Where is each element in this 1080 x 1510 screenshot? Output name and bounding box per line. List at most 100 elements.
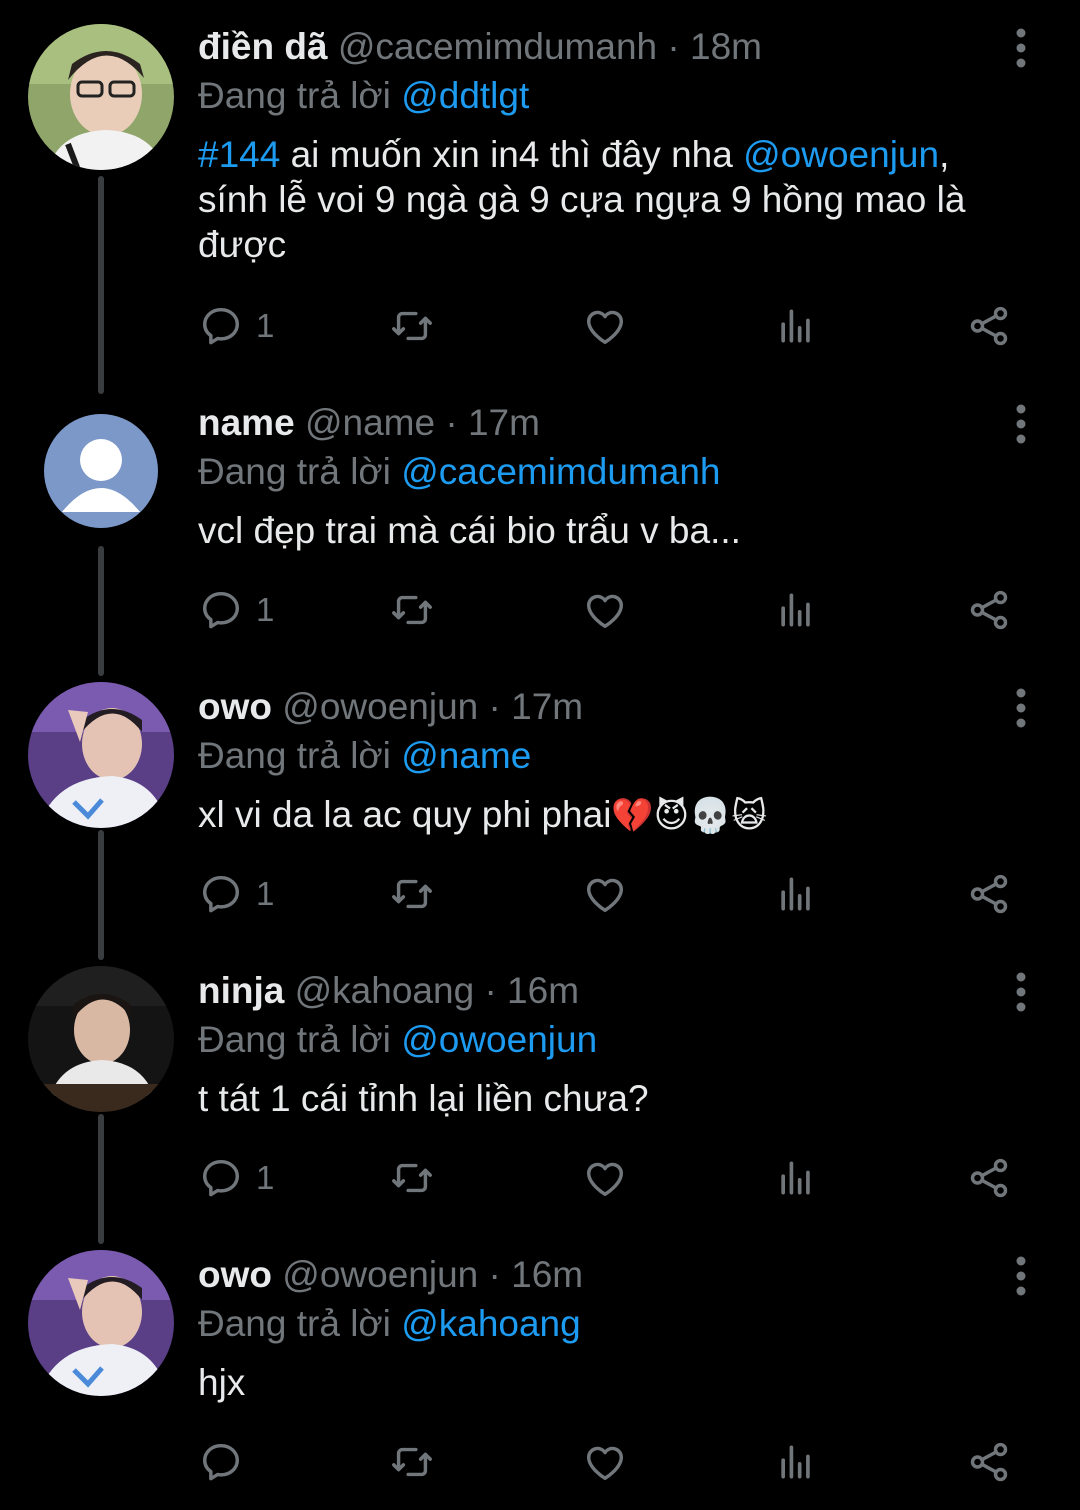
display-name[interactable]: ninja: [198, 970, 284, 1011]
views-icon: [781, 309, 810, 343]
views-button[interactable]: [774, 1434, 818, 1490]
retweet-button[interactable]: [388, 1434, 436, 1490]
tweet-content: ninja @kahoang · 16m Đang trả lời @owoen…: [198, 966, 1018, 1121]
tweet-header: điền dã @cacemimdumanh · 18m: [198, 22, 1018, 72]
share-button[interactable]: [966, 582, 1012, 638]
tweet[interactable]: name @name · 17m Đang trả lời @cacemimdu…: [0, 394, 1080, 664]
like-button[interactable]: [582, 1434, 628, 1490]
views-icon: [781, 1161, 810, 1195]
display-name[interactable]: điền dã: [198, 26, 328, 67]
reply-icon: [202, 1159, 240, 1197]
timestamp[interactable]: 17m: [511, 686, 583, 727]
more-vertical-icon[interactable]: [1006, 28, 1036, 68]
views-icon: [781, 877, 810, 911]
display-name[interactable]: owo: [198, 1254, 272, 1295]
handle[interactable]: @name: [305, 402, 435, 443]
replying-to-mention[interactable]: @kahoang: [401, 1303, 581, 1344]
handle[interactable]: @owoenjun: [282, 1254, 478, 1295]
replying-to-mention[interactable]: @owoenjun: [401, 1019, 597, 1060]
replying-to: Đang trả lời @cacemimdumanh: [198, 448, 1018, 496]
tweet-actions: 1: [198, 298, 1028, 354]
tweet-header: owo @owoenjun · 17m: [198, 682, 1018, 732]
views-button[interactable]: [774, 866, 818, 922]
reply-icon: [202, 1443, 240, 1481]
tweet-content: name @name · 17m Đang trả lời @cacemimdu…: [198, 398, 1018, 553]
tweet-text-part: xl vi da la ac quy phi phai: [198, 794, 612, 835]
display-name[interactable]: owo: [198, 686, 272, 727]
tweet-actions: [198, 1434, 1028, 1490]
emoji-sequence: 💔😈💀🙀: [611, 796, 767, 836]
share-button[interactable]: [966, 1434, 1012, 1490]
display-name[interactable]: name: [198, 402, 295, 443]
separator: ·: [667, 26, 680, 67]
views-icon: [781, 593, 810, 627]
tweet-text-part: ai muốn xin in4 thì đây nha: [280, 134, 744, 175]
share-icon: [970, 1158, 1008, 1198]
handle[interactable]: @kahoang: [295, 970, 475, 1011]
retweet-button[interactable]: [388, 582, 436, 638]
views-icon: [781, 1445, 810, 1479]
retweet-button[interactable]: [388, 866, 436, 922]
separator: ·: [484, 970, 497, 1011]
separator: ·: [488, 686, 501, 727]
tweet[interactable]: ninja @kahoang · 16m Đang trả lời @owoen…: [0, 962, 1080, 1232]
avatar[interactable]: [28, 682, 174, 828]
handle[interactable]: @owoenjun: [282, 686, 478, 727]
reply-button[interactable]: 1: [198, 582, 274, 638]
views-button[interactable]: [774, 1150, 818, 1206]
share-icon: [970, 1442, 1008, 1482]
timestamp[interactable]: 16m: [511, 1254, 583, 1295]
avatar[interactable]: [28, 966, 174, 1112]
tweet-text: #144 ai muốn xin in4 thì đây nha @owoenj…: [198, 132, 1018, 267]
heart-icon: [586, 1162, 624, 1197]
retweet-icon: [392, 1447, 432, 1477]
like-button[interactable]: [582, 582, 628, 638]
avatar[interactable]: [44, 414, 158, 528]
retweet-button[interactable]: [388, 1150, 436, 1206]
heart-icon: [586, 310, 624, 345]
tweet-text: hjx: [198, 1362, 246, 1403]
mention-link[interactable]: @owoenjun: [743, 134, 939, 175]
reply-button[interactable]: 1: [198, 1150, 274, 1206]
share-button[interactable]: [966, 298, 1012, 354]
views-button[interactable]: [774, 582, 818, 638]
timestamp[interactable]: 18m: [690, 26, 762, 67]
replying-to-mention[interactable]: @name: [401, 735, 531, 776]
like-button[interactable]: [582, 866, 628, 922]
share-button[interactable]: [966, 1150, 1012, 1206]
more-vertical-icon[interactable]: [1006, 404, 1036, 444]
views-button[interactable]: [774, 298, 818, 354]
reply-count: 1: [256, 591, 275, 628]
timestamp[interactable]: 17m: [468, 402, 540, 443]
like-button[interactable]: [582, 298, 628, 354]
reply-icon: [202, 591, 240, 629]
avatar[interactable]: [28, 1250, 174, 1396]
hashtag-link[interactable]: #144: [198, 134, 280, 175]
replying-to-mention[interactable]: @ddtlgt: [401, 75, 529, 116]
handle[interactable]: @cacemimdumanh: [338, 26, 657, 67]
replying-to: Đang trả lời @owoenjun: [198, 1016, 1018, 1064]
tweet-content: owo @owoenjun · 16m Đang trả lời @kahoan…: [198, 1250, 1018, 1405]
like-button[interactable]: [582, 1150, 628, 1206]
share-icon: [970, 874, 1008, 914]
share-button[interactable]: [966, 866, 1012, 922]
replying-to-label: Đang trả lời: [198, 1019, 391, 1060]
retweet-button[interactable]: [388, 298, 436, 354]
more-vertical-icon[interactable]: [1006, 688, 1036, 728]
replying-to-label: Đang trả lời: [198, 1303, 391, 1344]
retweet-icon: [392, 1163, 432, 1193]
tweet-content: owo @owoenjun · 17m Đang trả lời @name x…: [198, 682, 1018, 839]
reply-button[interactable]: 1: [198, 298, 274, 354]
timestamp[interactable]: 16m: [507, 970, 579, 1011]
more-vertical-icon[interactable]: [1006, 1256, 1036, 1296]
tweet[interactable]: owo @owoenjun · 17m Đang trả lời @name x…: [0, 678, 1080, 948]
reply-button[interactable]: [198, 1434, 256, 1490]
more-vertical-icon[interactable]: [1006, 972, 1036, 1012]
tweet[interactable]: owo @owoenjun · 16m Đang trả lời @kahoan…: [0, 1246, 1080, 1510]
reply-icon: [202, 307, 240, 345]
reply-button[interactable]: 1: [198, 866, 274, 922]
avatar[interactable]: [28, 24, 174, 170]
replying-to-mention[interactable]: @cacemimdumanh: [401, 451, 720, 492]
replying-to: Đang trả lời @name: [198, 732, 1018, 780]
tweet[interactable]: điền dã @cacemimdumanh · 18m Đang trả lờ…: [0, 0, 1080, 380]
